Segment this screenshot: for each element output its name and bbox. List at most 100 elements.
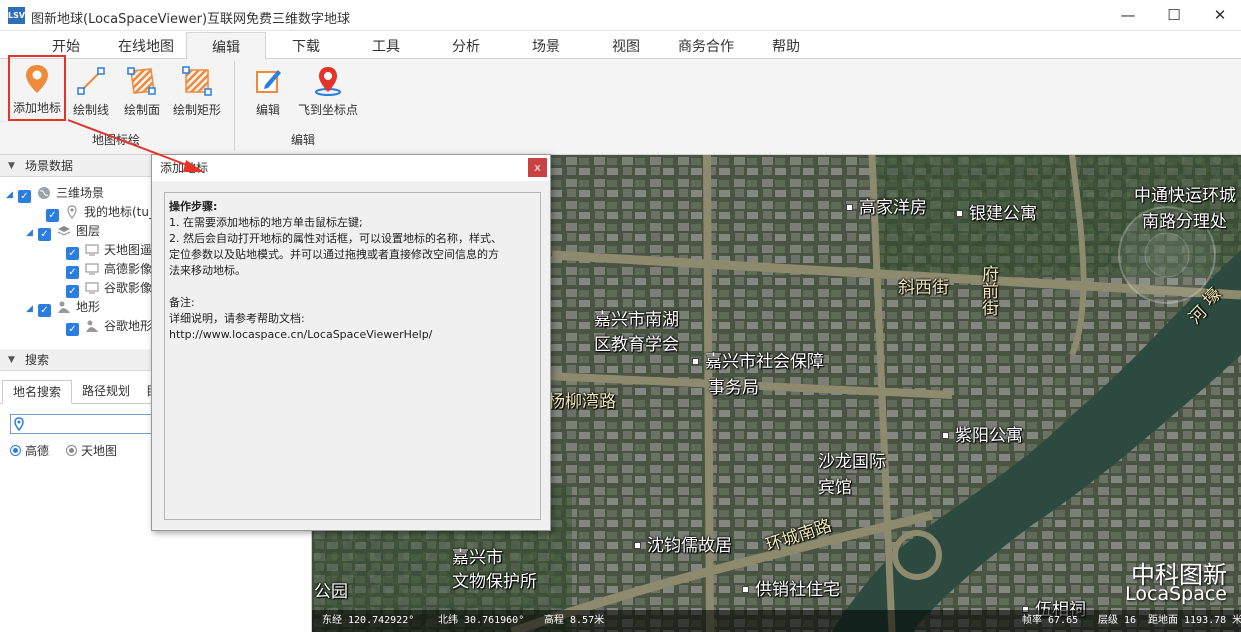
layers-icon	[57, 226, 71, 236]
map-label: 文物保护所	[452, 572, 537, 592]
expand-icon[interactable]: ◢	[6, 186, 18, 204]
rectangle-icon	[182, 66, 212, 96]
step-2-line-1: 2. 然后会自动打开地标的属性对话框，可以设置地标的名称，样式、	[169, 232, 502, 245]
map-label: 银建公寓	[956, 199, 1037, 224]
tree-item-3d-scene[interactable]: ◢ ✓ 三维场景	[6, 184, 104, 204]
status-latitude: 北纬 30.761960°	[438, 615, 525, 626]
map-label: 供销社住宅	[742, 575, 840, 600]
radio-label: 天地图	[81, 444, 118, 458]
minimize-button[interactable]: —	[1105, 0, 1151, 31]
checkbox[interactable]: ✓	[66, 323, 79, 336]
tree-item-terrain[interactable]: ◢ ✓ 地形	[26, 298, 101, 318]
location-pin-icon	[14, 417, 24, 431]
tree-label: 高德影像	[104, 262, 153, 276]
add-placemark-label: 添加地标	[12, 101, 61, 115]
map-label: 事务局	[708, 378, 759, 398]
search-title: 搜索	[25, 353, 50, 367]
tree-label: 天地图遥	[104, 243, 153, 257]
step-2-line-3: 法来移动地标。	[169, 264, 246, 277]
map-label: 南路分理处	[1142, 212, 1227, 232]
map-label: 嘉兴市南湖	[594, 310, 679, 330]
maximize-button[interactable]: ☐	[1151, 0, 1197, 31]
terrain-icon	[86, 320, 98, 332]
search-input[interactable]	[10, 414, 160, 434]
checkbox[interactable]: ✓	[18, 190, 31, 203]
polygon-icon	[127, 67, 156, 95]
monitor-icon	[85, 263, 99, 275]
map-label: 杨柳湾路	[548, 392, 616, 412]
tab-help[interactable]: 帮助	[768, 36, 804, 59]
tab-scene[interactable]: 场景	[528, 36, 564, 59]
tab-analysis[interactable]: 分析	[448, 36, 484, 59]
tree-item-google-imagery[interactable]: ✓ 谷歌影像	[66, 279, 152, 298]
map-label: 公园	[314, 582, 348, 602]
tab-route-planning[interactable]: 路径规划	[72, 380, 140, 404]
close-button[interactable]: ✕	[1197, 0, 1241, 31]
map-label: 紫阳公寓	[942, 421, 1023, 446]
draw-polygon-button[interactable]: 绘制面	[120, 63, 164, 121]
draw-polygon-label: 绘制面	[123, 103, 160, 117]
ribbon-group-label-edit: 编辑	[291, 133, 316, 147]
radio-label: 高德	[25, 444, 50, 458]
ribbon-tabs: 开始 在线地图 编辑 下载 工具 分析 场景 视图 商务合作 帮助	[0, 31, 1241, 60]
note-title: 备注:	[169, 296, 195, 309]
checkbox[interactable]: ✓	[66, 285, 79, 298]
expand-icon[interactable]: ◢	[26, 224, 38, 242]
pin-icon	[67, 205, 77, 219]
checkbox[interactable]: ✓	[38, 228, 51, 241]
scene-data-title: 场景数据	[25, 159, 74, 173]
tree-item-my-placemarks[interactable]: ✓ 我的地标(tu_	[46, 203, 155, 222]
map-label: 宾馆	[818, 478, 852, 498]
checkbox[interactable]: ✓	[66, 247, 79, 260]
brand-watermark-en: LocaSpace	[1125, 583, 1227, 605]
terrain-icon	[58, 301, 70, 313]
radio-selected-icon	[10, 445, 21, 456]
fly-to-coordinate-label: 飞到坐标点	[297, 103, 358, 117]
draw-rectangle-label: 绘制矩形	[172, 103, 221, 117]
tree-item-google-terrain[interactable]: ✓ 谷歌地形	[66, 317, 152, 336]
tree-item-layers[interactable]: ◢ ✓ 图层	[26, 222, 100, 242]
tree-item-gaode[interactable]: ✓ 高德影像	[66, 260, 153, 279]
draw-rectangle-button[interactable]: 绘制矩形	[170, 63, 224, 121]
tree-item-tianditu[interactable]: ✓ 天地图遥	[66, 241, 153, 260]
tab-online-map[interactable]: 在线地图	[114, 36, 178, 59]
tab-edit[interactable]: 编辑	[186, 32, 266, 60]
steps-title: 操作步骤:	[169, 200, 218, 213]
radio-icon	[66, 445, 77, 456]
tab-view[interactable]: 视图	[608, 36, 644, 59]
tab-download[interactable]: 下载	[288, 36, 324, 59]
edit-button[interactable]: 编辑	[250, 63, 286, 121]
edit-label: 编辑	[255, 103, 280, 117]
tree-label: 地形	[76, 300, 101, 314]
help-link[interactable]: http://www.locaspace.cn/LocaSpaceViewerH…	[169, 327, 536, 343]
step-2-line-2: 定位参数以及贴地模式。并可以通过拖拽或者直接修改空间信息的方	[169, 248, 499, 261]
tab-place-search[interactable]: 地名搜索	[2, 380, 73, 404]
placemark-icon	[26, 65, 48, 93]
map-label: 府前街	[978, 265, 998, 316]
title-bar: LSV 图新地球(LocaSpaceViewer)互联网免费三维数字地球 — ☐…	[0, 0, 1241, 31]
ribbon-separator	[234, 61, 235, 151]
add-placemark-button[interactable]: 添加地标	[8, 55, 66, 121]
map-label: 区教育学会	[594, 335, 679, 355]
tab-business[interactable]: 商务合作	[674, 36, 738, 59]
status-fps: 帧率 67.65	[1022, 615, 1079, 626]
dialog-title-bar[interactable]: 添加地标 x	[152, 155, 550, 181]
dialog-close-button[interactable]: x	[528, 158, 547, 177]
checkbox[interactable]: ✓	[38, 304, 51, 317]
checkbox[interactable]: ✓	[66, 266, 79, 279]
draw-line-button[interactable]: 绘制线	[70, 63, 112, 121]
expand-icon[interactable]: ◢	[26, 300, 38, 318]
source-radio-gaode[interactable]: 高德	[10, 442, 49, 459]
step-1: 1. 在需要添加地标的地方单击鼠标左键;	[169, 216, 363, 229]
collapse-triangle-icon: ▼	[8, 161, 15, 171]
tree-label: 我的地标(tu_	[84, 205, 155, 219]
status-altitude: 高程 8.57米	[544, 615, 605, 626]
fly-to-coordinate-button[interactable]: 飞到坐标点	[296, 63, 360, 121]
tab-tools[interactable]: 工具	[368, 36, 404, 59]
checkbox[interactable]: ✓	[46, 209, 59, 222]
source-radio-tianditu[interactable]: 天地图	[66, 442, 117, 459]
map-label: 嘉兴市	[452, 548, 503, 568]
map-label: 沈钧儒故居	[634, 531, 732, 556]
collapse-triangle-icon: ▼	[8, 355, 15, 365]
map-status-bar: 东经 120.742922° 北纬 30.761960° 高程 8.57米 帧率…	[312, 610, 1241, 632]
